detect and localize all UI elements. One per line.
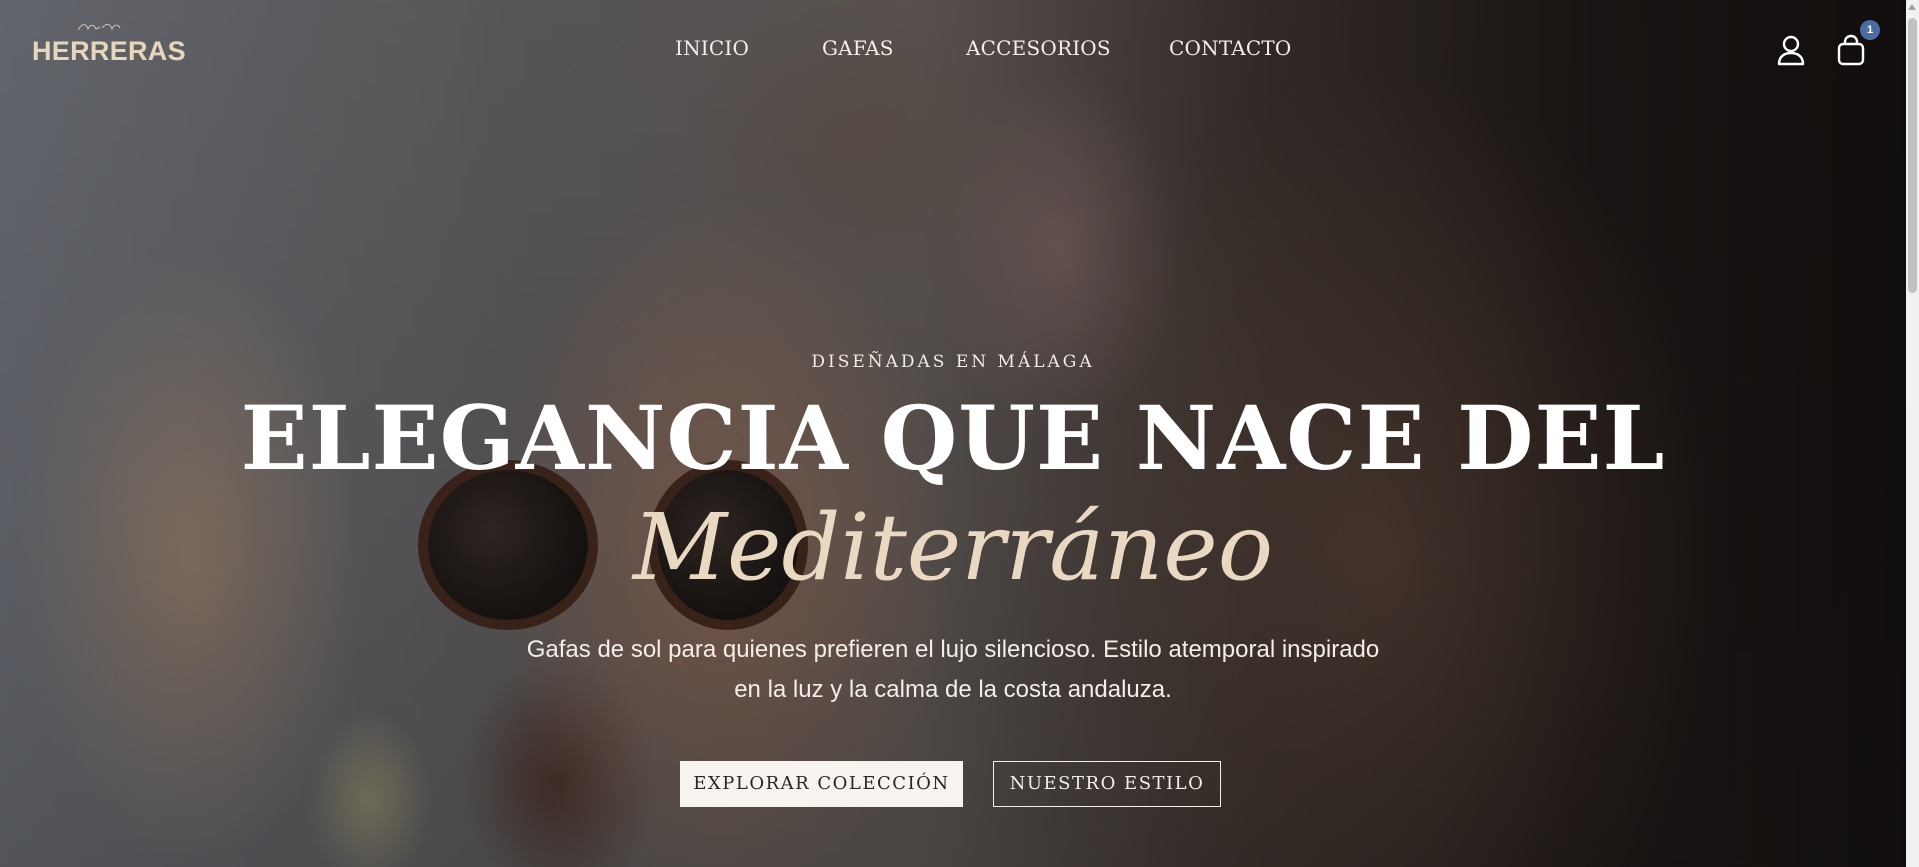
scrollbar-thumb[interactable] [1908,18,1917,293]
our-style-button[interactable]: NUESTRO ESTILO [993,761,1221,807]
nav-item-gafas[interactable]: GAFAS [822,36,894,60]
logo-signature-icon [77,23,121,31]
hero-headline-accent: Mediterráneo [632,494,1274,601]
shopping-bag-icon[interactable] [1836,34,1866,66]
hero-description: Gafas de sol para quienes prefieren el l… [453,630,1453,710]
hero-description-line-2: en la luz y la calma de la costa andaluz… [734,676,1172,703]
nav-item-inicio[interactable]: INICIO [675,36,749,60]
nav-item-contacto[interactable]: CONTACTO [1169,36,1292,60]
nav-item-accesorios[interactable]: ACCESORIOS [966,36,1111,60]
main-nav: INICIO GAFAS ACCESORIOS CONTACTO [0,36,1906,66]
hero-eyebrow: DISEÑADAS EN MÁLAGA [811,352,1095,372]
cart-count-badge: 1 [1860,20,1880,40]
page: HERRERAS INICIO GAFAS ACCESORIOS CONTACT… [0,0,1919,867]
hero-description-line-1: Gafas de sol para quienes prefieren el l… [526,636,1380,663]
vertical-scrollbar[interactable] [1906,0,1919,867]
site-header: HERRERAS INICIO GAFAS ACCESORIOS CONTACT… [0,0,1906,100]
user-icon[interactable] [1776,34,1806,66]
explore-collection-button[interactable]: EXPLORAR COLECCIÓN [680,761,963,807]
hero-headline: ELEGANCIA QUE NACE DEL [240,386,1666,490]
scroll-up-arrow-icon[interactable] [1908,4,1916,10]
